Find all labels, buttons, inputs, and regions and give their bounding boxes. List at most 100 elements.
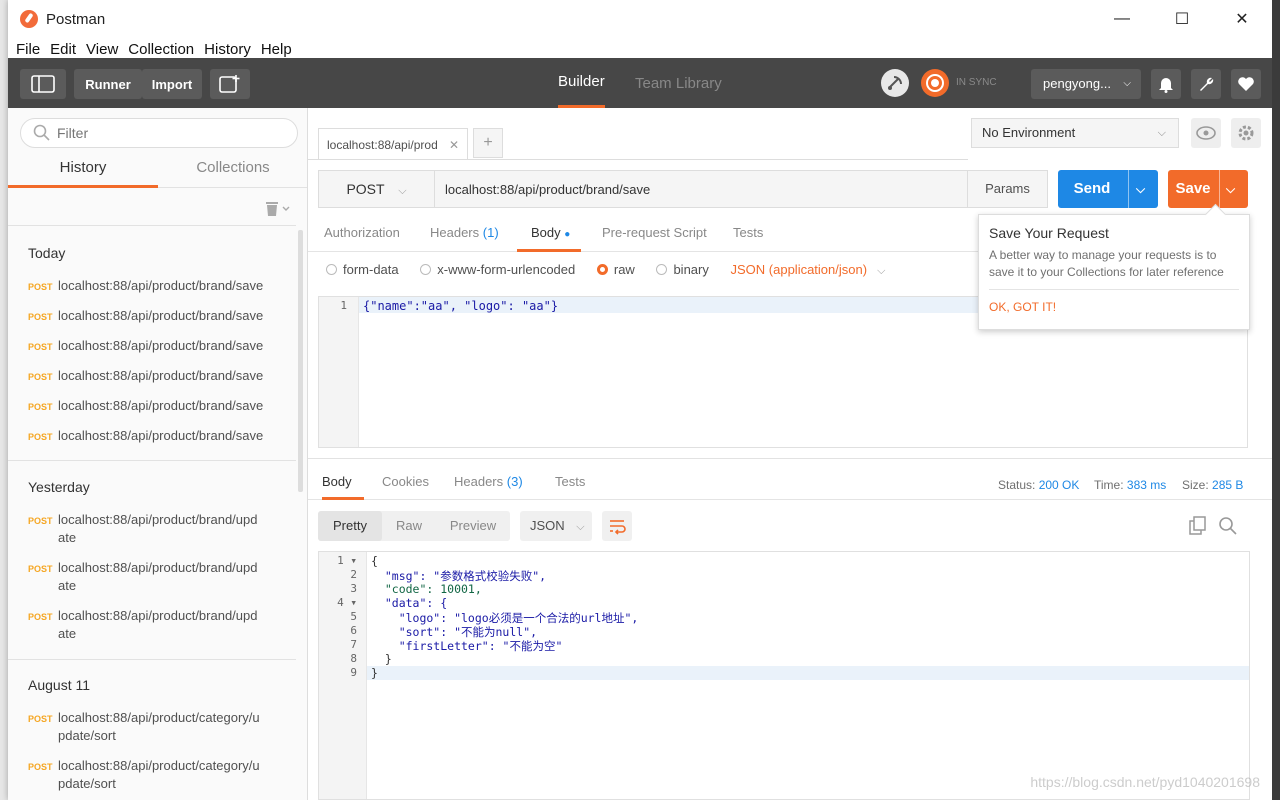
- raw-label: raw: [613, 262, 635, 277]
- view-toggle-group: Pretty Raw Preview: [318, 511, 510, 541]
- method-badge: POST: [28, 402, 53, 412]
- response-body-viewer[interactable]: 1 ▾ 2 3 4 ▾ 5 6 7 8 9 { "msg": "参数格式校验失败…: [318, 551, 1250, 800]
- raw-view-button[interactable]: Raw: [382, 511, 436, 541]
- sidebar: History Collections Today POST localhost:…: [8, 108, 308, 800]
- divider: [8, 225, 296, 226]
- sync-icon[interactable]: [921, 69, 949, 97]
- menu-history[interactable]: History: [204, 41, 251, 58]
- tab-tests[interactable]: Tests: [733, 216, 763, 252]
- history-group-august-11: August 11: [28, 677, 91, 693]
- save-button[interactable]: Save ⌵: [1168, 170, 1248, 208]
- history-item[interactable]: POST localhost:88/api/product/brand/save: [28, 337, 268, 355]
- pretty-view-button[interactable]: Pretty: [318, 511, 382, 541]
- format-select[interactable]: JSON ⌵: [520, 511, 592, 541]
- body-mode-options: form-data x-www-form-urlencoded raw bina…: [326, 262, 885, 286]
- line-number: 3: [350, 582, 357, 595]
- tab-team-library[interactable]: Team Library: [635, 58, 722, 108]
- clear-history-button[interactable]: [264, 198, 292, 221]
- method-badge: POST: [28, 762, 53, 772]
- filter-input[interactable]: [57, 119, 287, 147]
- manage-environments-button[interactable]: [1231, 118, 1261, 148]
- wrap-lines-button[interactable]: [602, 511, 632, 541]
- request-tab[interactable]: localhost:88/api/prod ✕: [318, 128, 468, 160]
- settings-button[interactable]: [1191, 69, 1221, 99]
- maximize-button[interactable]: ☐: [1152, 0, 1212, 38]
- sidebar-scrollbar[interactable]: [298, 230, 303, 492]
- tab-cookies[interactable]: Cookies: [382, 466, 429, 500]
- tab-history[interactable]: History: [8, 156, 158, 188]
- history-item[interactable]: POST localhost:88/api/product/category/u p…: [28, 709, 268, 745]
- user-menu[interactable]: pengyong... ⌵: [1031, 69, 1141, 99]
- binary-option[interactable]: binary: [656, 262, 709, 277]
- menu-bar: File Edit View Collection History Help: [8, 38, 1272, 58]
- tab-response-headers[interactable]: Headers (3): [454, 466, 523, 500]
- filter-box[interactable]: [20, 118, 298, 148]
- tab-body[interactable]: Body ●: [517, 216, 581, 252]
- runner-button[interactable]: Runner: [74, 69, 142, 99]
- history-item[interactable]: POST localhost:88/api/product/brand/upd at…: [28, 607, 268, 643]
- params-button[interactable]: Params: [967, 171, 1047, 207]
- tooltip-dismiss-link[interactable]: OK, GOT IT!: [989, 300, 1239, 314]
- history-item[interactable]: POST localhost:88/api/product/brand/save: [28, 307, 268, 325]
- toggle-sidebar-button[interactable]: [20, 69, 66, 99]
- history-item[interactable]: POST localhost:88/api/product/category/u p…: [28, 757, 268, 793]
- search-response-button[interactable]: [1218, 516, 1238, 539]
- tab-response-tests[interactable]: Tests: [555, 466, 585, 500]
- minimize-button[interactable]: —: [1092, 0, 1152, 38]
- interceptor-icon[interactable]: [881, 69, 909, 97]
- method-select[interactable]: POST ⌵: [319, 171, 435, 207]
- menu-collection[interactable]: Collection: [128, 41, 194, 58]
- close-button[interactable]: ✕: [1212, 0, 1272, 38]
- line-gutter: 1: [319, 297, 359, 447]
- history-url-cont: ate: [58, 530, 77, 545]
- menu-view[interactable]: View: [86, 41, 118, 58]
- urlencoded-option[interactable]: x-www-form-urlencoded: [420, 262, 575, 277]
- pane-divider[interactable]: [308, 458, 1272, 459]
- history-url-cont: pdate/sort: [58, 776, 116, 791]
- history-url-cont: ate: [58, 626, 77, 641]
- content-type-select[interactable]: JSON (application/json) ⌵: [731, 262, 886, 277]
- form-data-option[interactable]: form-data: [326, 262, 399, 277]
- form-data-label: form-data: [343, 262, 399, 277]
- method-badge: POST: [28, 342, 53, 352]
- line-number: 1: [340, 299, 347, 312]
- url-input[interactable]: [445, 171, 965, 207]
- menu-file[interactable]: File: [16, 41, 40, 58]
- close-tab-icon[interactable]: ✕: [449, 129, 459, 161]
- tab-collections[interactable]: Collections: [158, 156, 307, 188]
- history-item[interactable]: POST localhost:88/api/product/brand/save: [28, 427, 268, 445]
- menu-help[interactable]: Help: [261, 41, 292, 58]
- tab-response-body[interactable]: Body: [322, 466, 364, 500]
- tooltip-divider: [989, 289, 1239, 290]
- import-button[interactable]: Import: [142, 69, 202, 99]
- tooltip-text: A better way to manage your requests is …: [989, 248, 1224, 279]
- chevron-down-icon[interactable]: ⌵: [1136, 182, 1145, 197]
- menu-edit[interactable]: Edit: [50, 41, 76, 58]
- raw-option[interactable]: raw: [596, 262, 635, 277]
- history-item[interactable]: POST localhost:88/api/product/brand/upd at…: [28, 559, 268, 595]
- chevron-down-icon[interactable]: ⌵: [1226, 182, 1235, 197]
- tab-headers[interactable]: Headers (1): [430, 216, 499, 252]
- tab-builder[interactable]: Builder: [558, 58, 605, 108]
- favorites-button[interactable]: [1231, 69, 1261, 99]
- search-icon: [1219, 517, 1237, 535]
- new-tab-button[interactable]: +: [473, 128, 503, 158]
- environment-quick-look-button[interactable]: [1191, 118, 1221, 148]
- tab-authorization[interactable]: Authorization: [324, 216, 400, 252]
- send-button[interactable]: Send ⌵: [1058, 170, 1158, 208]
- history-item[interactable]: POST localhost:88/api/product/brand/save: [28, 277, 268, 295]
- history-item[interactable]: POST localhost:88/api/product/brand/save: [28, 367, 268, 385]
- history-item[interactable]: POST localhost:88/api/product/brand/save: [28, 397, 268, 415]
- request-builder: localhost:88/api/prod ✕ + No Environment…: [308, 108, 1272, 800]
- tab-pre-request-script[interactable]: Pre-request Script: [602, 216, 707, 252]
- preview-button[interactable]: Preview: [436, 511, 510, 541]
- new-window-icon: [219, 75, 240, 93]
- history-item[interactable]: POST localhost:88/api/product/brand/upd at…: [28, 511, 268, 547]
- new-window-button[interactable]: [210, 69, 250, 99]
- history-url: localhost:88/api/product/brand/save: [58, 278, 264, 293]
- notifications-button[interactable]: [1151, 69, 1181, 99]
- copy-button[interactable]: [1188, 516, 1208, 539]
- main-toolbar: Runner Import Builder Team Library IN SY…: [8, 58, 1272, 108]
- history-group-yesterday: Yesterday: [28, 479, 90, 495]
- environment-select[interactable]: No Environment ⌵: [971, 118, 1179, 148]
